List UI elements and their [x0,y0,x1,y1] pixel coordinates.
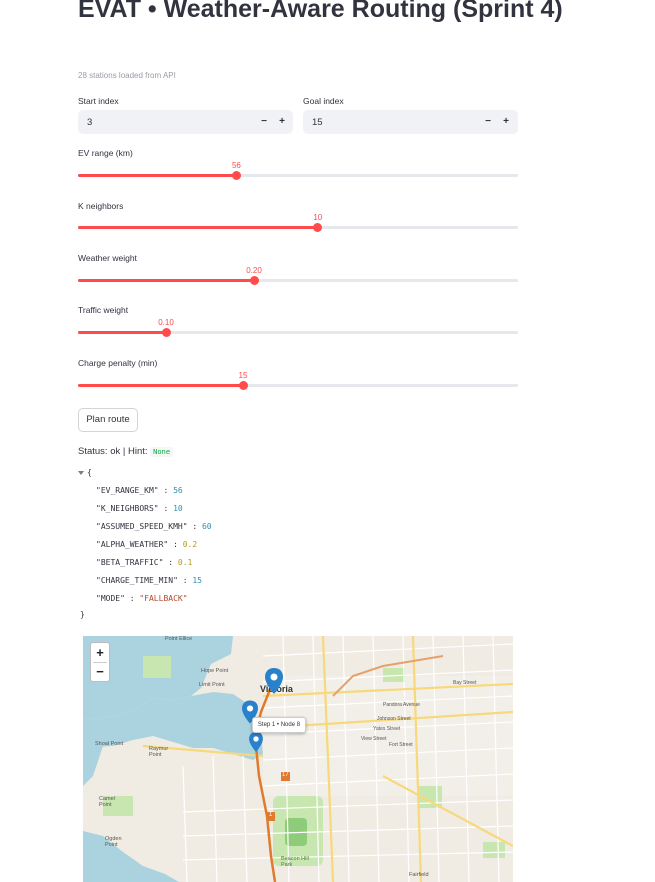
map-label: View Street [361,736,387,742]
json-entry: "K_NEIGHBORS" : 10 [96,504,183,513]
ev-range-slider[interactable] [78,171,518,180]
weather-weight-fill [78,279,254,282]
json-entry: "ASSUMED_SPEED_KMH" : 60 [96,522,212,531]
start-index-value[interactable]: 3 [87,117,92,128]
goal-index-input[interactable]: 15 − + [303,110,518,134]
goal-decrement-button[interactable]: − [481,115,495,129]
k-neighbors-thumb[interactable] [313,223,323,232]
ev-range-fill [78,174,237,177]
weather-weight-thumb[interactable] [249,276,259,285]
stations-caption: 28 stations loaded from API [78,71,176,80]
map-label: Ogden Point [105,836,122,848]
map-marker-icon[interactable] [249,732,263,752]
map-label: Camel Point [99,796,115,808]
hint-value: None [150,447,174,457]
map-label: Johnson Street [377,716,411,722]
json-entry: "BETA_TRAFFIC" : 0.1 [96,558,193,567]
k-neighbors-fill [78,226,318,229]
map-label: Beacon Hill Park [281,856,309,868]
charge-penalty-slider[interactable] [78,381,518,390]
k-neighbors-label: K neighbors [78,201,124,211]
traffic-weight-label: Traffic weight [78,305,129,315]
status-line: Status: ok | Hint: None [78,446,174,457]
plan-route-button[interactable]: Plan route [78,408,138,432]
map-tiles [83,636,513,882]
park [483,842,505,858]
k-neighbors-value: 10 [313,213,323,222]
map-label: Limit Point [199,682,225,688]
start-increment-button[interactable]: + [275,115,289,129]
route-map[interactable]: Point Ellice Victoria Hope Point Limit P… [83,636,513,882]
ev-range-label: EV range (km) [78,148,133,158]
map-label: Raymur Point [149,746,169,758]
map-label: Bay Street [453,680,477,686]
charge-penalty-label: Charge penalty (min) [78,358,158,368]
json-entry: "CHARGE_TIME_MIN" : 15 [96,576,202,585]
start-decrement-button[interactable]: − [257,115,271,129]
json-close-brace: } [80,610,85,619]
collapse-caret-icon[interactable] [78,471,84,475]
goal-index-label: Goal index [303,96,344,106]
map-label: Fairfield [409,872,429,878]
goal-index-value[interactable]: 15 [312,117,323,128]
weather-weight-slider[interactable] [78,276,518,285]
outer-water [83,746,103,786]
goal-increment-button[interactable]: + [499,115,513,129]
json-entry: "EV_RANGE_KM" : 56 [96,486,183,495]
map-label: Point Ellice [165,636,193,642]
page-title: EVAT • Weather-Aware Routing (Sprint 4) [78,0,563,23]
zoom-control: + − [90,642,110,682]
zoom-in-button[interactable]: + [91,643,109,662]
traffic-weight-value: 0.10 [158,318,174,327]
map-label: Fort Street [389,742,413,748]
start-index-input[interactable]: 3 − + [78,110,293,134]
charge-penalty-fill [78,384,243,387]
weather-weight-value: 0.20 [246,266,262,275]
zoom-out-button[interactable]: − [91,662,109,681]
k-neighbors-slider[interactable] [78,223,518,232]
marker-tooltip: Step 1 • Node 8 [252,717,306,733]
traffic-weight-slider[interactable] [78,328,518,337]
ev-range-value: 56 [231,161,241,170]
map-label: 17 [282,772,289,778]
json-open-brace: { [87,468,92,477]
status-text: Status: ok | Hint: [78,446,148,457]
map-marker-icon[interactable] [265,668,283,694]
charge-penalty-value: 15 [238,371,248,380]
map-label: Shoal Point [95,741,124,747]
start-index-label: Start index [78,96,119,106]
map-label: Hope Point [201,668,229,674]
json-entry: "ALPHA_WEATHER" : 0.2 [96,540,198,549]
traffic-weight-fill [78,331,166,334]
map-label: Yates Street [373,726,401,732]
weather-weight-label: Weather weight [78,253,137,263]
map-label: 1 [269,812,273,818]
traffic-weight-thumb[interactable] [161,328,171,337]
charge-penalty-thumb[interactable] [238,381,248,390]
park [143,656,171,678]
json-entry: "MODE" : "FALLBACK" [96,594,188,603]
map-label: Pandora Avenue [383,702,420,708]
ev-range-thumb[interactable] [231,171,241,180]
